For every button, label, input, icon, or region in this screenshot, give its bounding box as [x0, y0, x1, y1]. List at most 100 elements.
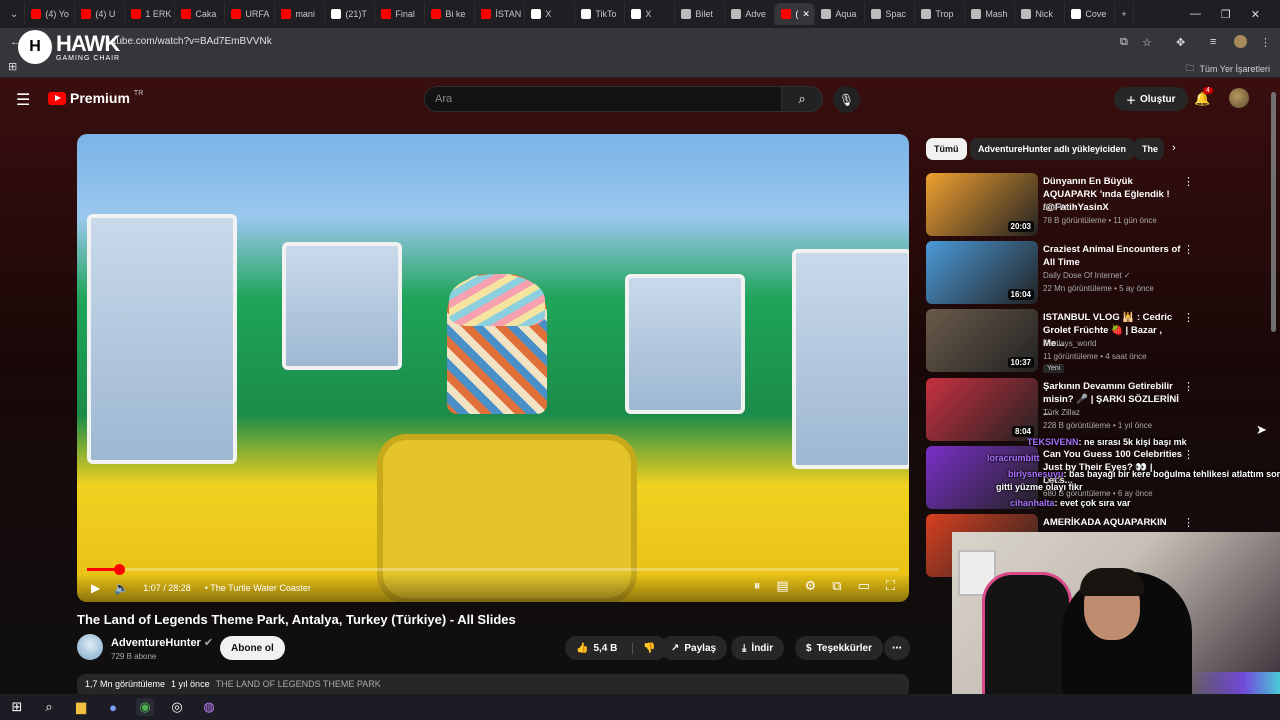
- video-player[interactable]: ▶ 🔈 1:07 / 28:28 • The Turtle Water Coas…: [77, 134, 909, 602]
- tab-search-icon[interactable]: ⌄: [4, 3, 26, 25]
- more-options-icon[interactable]: ⋮: [1183, 243, 1194, 256]
- browser-tab[interactable]: Final: [375, 3, 426, 25]
- theater-mode-icon[interactable]: ▭: [858, 578, 870, 594]
- more-actions-button[interactable]: ⋯: [884, 636, 910, 660]
- recommendation-channel[interactable]: Bire Bir ✓: [1043, 203, 1078, 212]
- browser-tab[interactable]: mani: [275, 3, 326, 25]
- download-button[interactable]: ⤓ İndir: [731, 636, 785, 660]
- windows-start-icon[interactable]: ⊞: [8, 698, 26, 716]
- chip-all[interactable]: Tümü: [926, 138, 967, 160]
- tab-favicon-icon: [921, 9, 932, 19]
- subscribe-button[interactable]: Abone ol: [220, 636, 285, 660]
- settings-gear-icon[interactable]: ⚙: [805, 578, 817, 594]
- hamburger-menu-icon[interactable]: ☰: [16, 90, 30, 110]
- chip-the[interactable]: The: [1134, 138, 1164, 160]
- browser-tab[interactable]: Nick: [1015, 3, 1066, 25]
- minimize-icon[interactable]: —: [1190, 8, 1201, 20]
- bookmark-star-icon[interactable]: ☆: [1142, 36, 1152, 49]
- kebab-menu-icon[interactable]: ⋮: [1260, 36, 1271, 49]
- browser-tab[interactable]: (✕: [775, 3, 816, 25]
- browser-tab[interactable]: Mash: [965, 3, 1016, 25]
- file-explorer-icon[interactable]: ▆: [72, 698, 90, 716]
- video-thumbnail[interactable]: 16:04: [926, 241, 1038, 304]
- youtube-logo[interactable]: Premium TR: [48, 90, 143, 106]
- browser-tab[interactable]: 1 ERK: [125, 3, 176, 25]
- browser-tab[interactable]: URFA: [225, 3, 276, 25]
- video-thumbnail[interactable]: 20:03: [926, 173, 1038, 236]
- browser-tab[interactable]: İSTAN: [475, 3, 526, 25]
- chrome-icon[interactable]: ◉: [136, 698, 154, 716]
- browser-tab[interactable]: Bilet: [675, 3, 726, 25]
- account-avatar[interactable]: [1229, 88, 1249, 108]
- chapter-title[interactable]: • The Turtle Water Coaster: [205, 583, 311, 593]
- channel-name[interactable]: AdventureHunter ✔: [111, 636, 213, 649]
- video-thumbnail[interactable]: 10:37: [926, 309, 1038, 372]
- search-button[interactable]: ⌕: [781, 86, 823, 112]
- scrollbar[interactable]: [1271, 92, 1276, 332]
- close-window-icon[interactable]: ✕: [1251, 8, 1260, 21]
- new-tab-icon[interactable]: +: [1115, 3, 1134, 25]
- recommendation-title[interactable]: Craziest Animal Encounters of All Time: [1043, 243, 1183, 269]
- autoplay-toggle-icon[interactable]: ⏸: [754, 578, 761, 594]
- chip-from-uploader[interactable]: AdventureHunter adlı yükleyiciden: [970, 138, 1135, 160]
- recommendation-channel[interactable]: Türk Zillaz: [1043, 408, 1080, 417]
- fullscreen-icon[interactable]: ⛶: [886, 578, 895, 594]
- voice-search-button[interactable]: 🎙: [833, 86, 860, 113]
- close-tab-icon[interactable]: ✕: [802, 9, 810, 20]
- dislike-icon[interactable]: 👎: [632, 642, 656, 654]
- search-input[interactable]: [424, 86, 782, 112]
- url-text[interactable]: utube.com/watch?v=BAd7EmBVVNk: [108, 36, 272, 47]
- browser-tab[interactable]: Bi ke: [425, 3, 476, 25]
- video-thumbnail[interactable]: 8:04: [926, 378, 1038, 441]
- play-icon[interactable]: ▶: [91, 581, 100, 595]
- recommendation-channel[interactable]: Daily Dose Of Internet ✓: [1043, 271, 1131, 280]
- profile-avatar-icon[interactable]: [1234, 35, 1247, 48]
- recommendation-item[interactable]: 10:37 ISTANBUL VLOG 🕌 : Cedric Grolet Frü…: [926, 309, 1266, 373]
- download-icon: ⤓: [742, 642, 747, 654]
- extensions-icon[interactable]: ✥: [1176, 36, 1185, 49]
- recommendation-channel[interactable]: Sevilays_world: [1043, 339, 1096, 348]
- browser-tab[interactable]: Adve: [725, 3, 776, 25]
- browser-tab[interactable]: Spac: [865, 3, 916, 25]
- recommendation-title[interactable]: AMERİKADA AQUAPARKIN: [1043, 516, 1183, 529]
- browser-tab[interactable]: Caka: [175, 3, 226, 25]
- recommendation-item[interactable]: 8:04 Şarkının Devamını Getirebilir misin?…: [926, 378, 1266, 442]
- more-options-icon[interactable]: ⋮: [1183, 516, 1194, 529]
- browser-tab[interactable]: Cove: [1065, 3, 1116, 25]
- obs-icon[interactable]: ◎: [168, 698, 186, 716]
- app-icon[interactable]: ◍: [200, 698, 218, 716]
- all-bookmarks[interactable]: 🗀 Tüm Yer İşaretleri: [1185, 61, 1270, 77]
- subtitles-icon[interactable]: ▤: [776, 578, 788, 594]
- chevron-right-icon[interactable]: ›: [1172, 142, 1176, 154]
- cast-icon[interactable]: ⧉: [1120, 36, 1128, 49]
- more-options-icon[interactable]: ⋮: [1183, 311, 1194, 324]
- browser-tab[interactable]: (21)T: [325, 3, 376, 25]
- channel-avatar[interactable]: [77, 634, 103, 660]
- recommendation-item[interactable]: 20:03 Dünyanın En Büyük AQUAPARK 'ında Eğ…: [926, 173, 1266, 237]
- browser-tab[interactable]: TikTo: [575, 3, 626, 25]
- more-options-icon[interactable]: ⋮: [1183, 448, 1194, 461]
- browser-tab[interactable]: (4) U: [75, 3, 126, 25]
- miniplayer-icon[interactable]: ⧉: [832, 578, 841, 594]
- browser-tab[interactable]: (4) Yo: [25, 3, 76, 25]
- like-button[interactable]: 👍 5,4 B 👎: [565, 636, 667, 660]
- more-options-icon[interactable]: ⋮: [1183, 175, 1194, 188]
- media-icon[interactable]: ≡: [1210, 36, 1216, 48]
- thanks-button[interactable]: $ Teşekkürler: [795, 636, 883, 660]
- recommendation-item[interactable]: 16:04 Craziest Animal Encounters of All T…: [926, 241, 1266, 305]
- share-button[interactable]: ↗ Paylaş: [660, 636, 728, 660]
- description-box[interactable]: 1,7 Mn görüntüleme 1 yıl önce THE LAND O…: [77, 674, 909, 694]
- browser-tab[interactable]: X: [625, 3, 676, 25]
- volume-icon[interactable]: 🔈: [114, 581, 129, 595]
- more-options-icon[interactable]: ⋮: [1183, 380, 1194, 393]
- browser-tab[interactable]: X: [525, 3, 576, 25]
- browser-tab[interactable]: Trop: [915, 3, 966, 25]
- restore-icon[interactable]: ❐: [1221, 8, 1231, 21]
- taskbar-search-icon[interactable]: ⌕: [40, 698, 58, 716]
- description-tag[interactable]: THE LAND OF LEGENDS THEME PARK: [216, 679, 381, 693]
- apps-grid-icon[interactable]: ⊞: [8, 60, 17, 73]
- progress-bar[interactable]: [87, 568, 899, 571]
- app-icon[interactable]: ●: [104, 698, 122, 716]
- browser-tab[interactable]: Aqua: [815, 3, 866, 25]
- create-button[interactable]: ＋ Oluştur: [1114, 87, 1188, 111]
